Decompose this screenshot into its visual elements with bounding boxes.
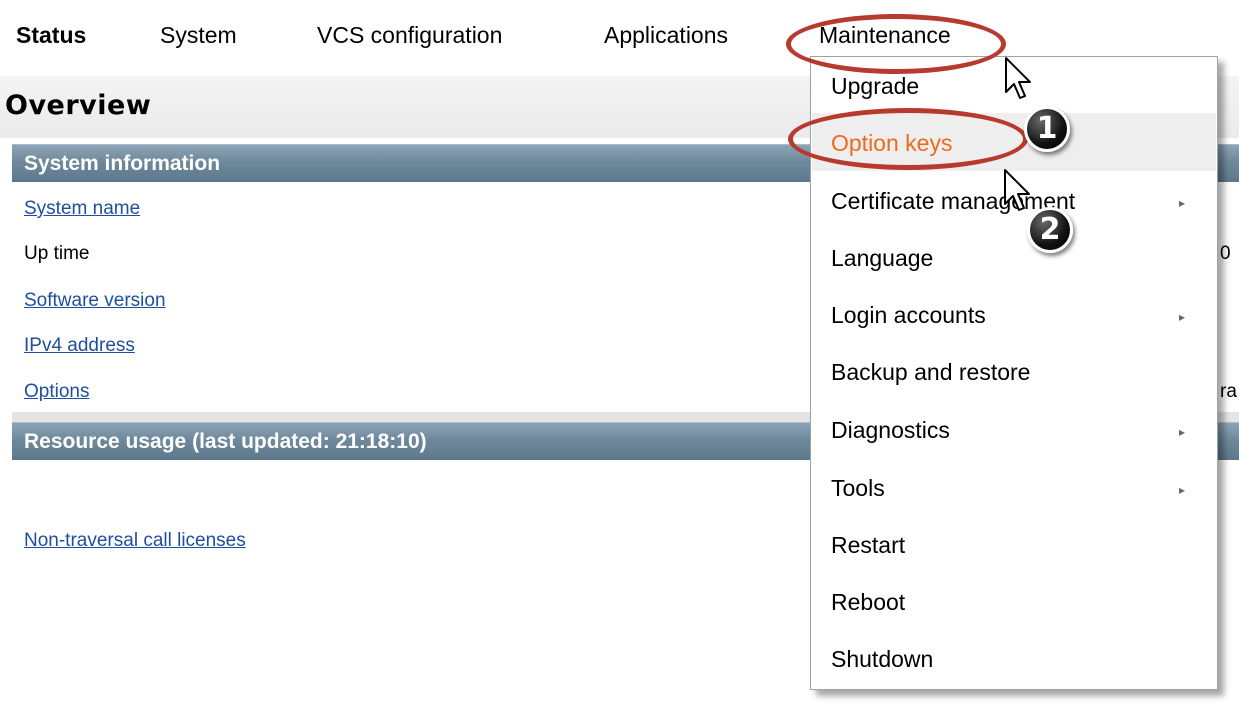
mouse-cursor-icon bbox=[1004, 169, 1030, 211]
step-1-badge: 1 bbox=[1024, 106, 1070, 152]
menu-item-login-accounts[interactable]: Login accounts bbox=[831, 302, 986, 329]
non-traversal-call-licenses-link[interactable]: Non-traversal call licenses bbox=[24, 530, 246, 552]
page-title: Overview bbox=[5, 90, 152, 121]
nav-vcs-configuration[interactable]: VCS configuration bbox=[317, 20, 502, 50]
up-time-value-truncated: 0 bbox=[1220, 243, 1231, 264]
submenu-arrow-icon: ▸ bbox=[1178, 196, 1185, 210]
mouse-cursor-icon bbox=[1005, 57, 1031, 99]
submenu-arrow-icon: ▸ bbox=[1178, 425, 1185, 439]
maintenance-highlight-ellipse bbox=[786, 14, 1006, 74]
step-2-badge: 2 bbox=[1027, 207, 1073, 253]
options-value-truncated: ra bbox=[1220, 381, 1237, 402]
menu-item-upgrade[interactable]: Upgrade bbox=[831, 73, 919, 100]
ipv4-address-link[interactable]: IPv4 address bbox=[24, 335, 135, 357]
option-keys-highlight-ellipse bbox=[788, 108, 1028, 170]
menu-item-reboot[interactable]: Reboot bbox=[831, 589, 905, 616]
menu-item-backup-and-restore[interactable]: Backup and restore bbox=[831, 359, 1030, 386]
menu-item-diagnostics[interactable]: Diagnostics bbox=[831, 417, 950, 444]
nav-system[interactable]: System bbox=[160, 20, 237, 50]
nav-applications[interactable]: Applications bbox=[604, 20, 728, 50]
menu-item-language[interactable]: Language bbox=[831, 245, 933, 272]
up-time-label: Up time bbox=[24, 243, 90, 264]
menu-item-shutdown[interactable]: Shutdown bbox=[831, 646, 933, 673]
system-name-link[interactable]: System name bbox=[24, 198, 140, 220]
submenu-arrow-icon: ▸ bbox=[1178, 483, 1185, 497]
nav-status[interactable]: Status bbox=[16, 20, 86, 50]
software-version-link[interactable]: Software version bbox=[24, 290, 166, 312]
menu-item-restart[interactable]: Restart bbox=[831, 532, 905, 559]
options-link[interactable]: Options bbox=[24, 381, 89, 403]
menu-item-tools[interactable]: Tools bbox=[831, 475, 885, 502]
submenu-arrow-icon: ▸ bbox=[1178, 310, 1185, 324]
